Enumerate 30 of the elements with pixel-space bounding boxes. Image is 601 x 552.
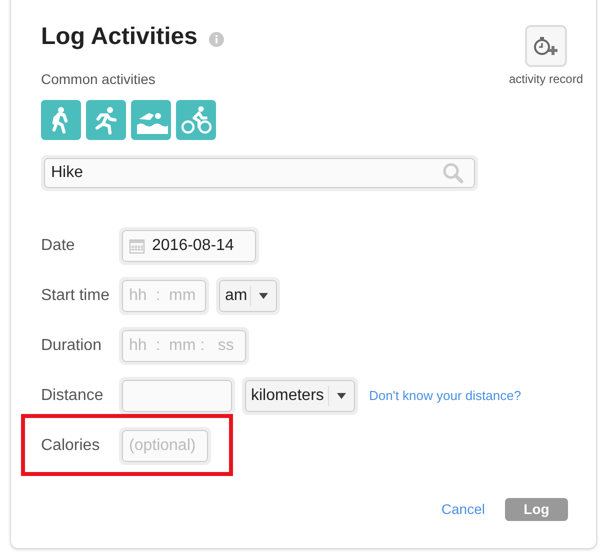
calories-field[interactable]: (optional) bbox=[119, 427, 211, 465]
field-label: Calories bbox=[41, 436, 101, 456]
section-label: Common activities bbox=[41, 70, 156, 89]
log-button[interactable]: Log bbox=[505, 498, 568, 521]
time-field[interactable]: hh : mm bbox=[119, 277, 209, 315]
stopwatch-plus-icon bbox=[532, 35, 560, 57]
caret-icon bbox=[259, 293, 268, 299]
activity-record-label: activity record bbox=[508, 71, 583, 88]
activity-button[interactable] bbox=[131, 100, 171, 140]
dialog-title: Log Activities bbox=[41, 22, 198, 52]
field-label: Duration bbox=[41, 336, 102, 356]
distance-help-link[interactable]: Don't know your distance? bbox=[369, 386, 522, 406]
field-label: Distance bbox=[41, 386, 104, 406]
field-label: Date bbox=[41, 236, 76, 256]
info-icon[interactable] bbox=[209, 32, 224, 46]
distance-field[interactable] bbox=[119, 377, 235, 415]
cancel-link[interactable]: Cancel bbox=[441, 499, 485, 520]
activity-record-button[interactable] bbox=[524, 25, 567, 67]
caret-icon bbox=[337, 393, 346, 399]
meridiem-select[interactable]: am bbox=[216, 277, 280, 315]
field-label: Start time bbox=[41, 286, 110, 306]
unit-select[interactable]: kilometers bbox=[242, 377, 358, 415]
search-icon[interactable] bbox=[442, 162, 464, 184]
activity-button[interactable] bbox=[41, 100, 81, 140]
search-field[interactable]: Hike bbox=[41, 155, 478, 191]
calendar-icon bbox=[129, 238, 145, 254]
duration-field[interactable]: hh : mm : ss bbox=[119, 327, 249, 365]
activity-button[interactable] bbox=[86, 100, 126, 140]
date-field[interactable]: 2016-08-14 bbox=[119, 227, 259, 265]
activity-button[interactable] bbox=[176, 100, 216, 140]
